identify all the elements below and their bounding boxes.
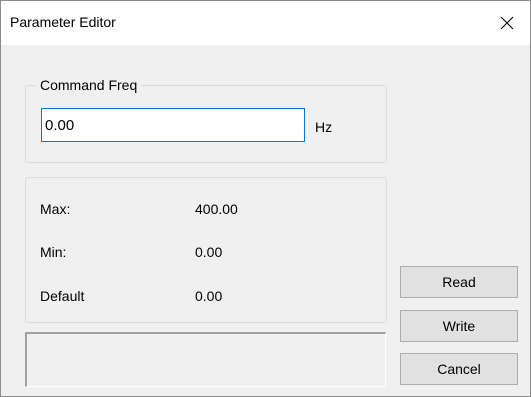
limits-panel: Max: 400.00 Min: 0.00 Default 0.00 <box>25 177 387 323</box>
min-label: Min: <box>40 244 67 260</box>
window-title: Parameter Editor <box>10 14 116 30</box>
cancel-button[interactable]: Cancel <box>400 353 518 385</box>
command-freq-legend: Command Freq <box>36 77 142 93</box>
max-value: 400.00 <box>195 201 238 217</box>
unit-label: Hz <box>315 119 333 135</box>
max-label: Max: <box>40 201 71 217</box>
write-button[interactable]: Write <box>400 310 518 342</box>
close-icon <box>500 16 514 30</box>
parameter-editor-dialog: Parameter Editor Command Freq Hz Max: 40… <box>0 0 531 397</box>
command-freq-input[interactable] <box>41 108 305 142</box>
min-value: 0.00 <box>195 244 223 260</box>
status-box <box>25 332 386 387</box>
default-label: Default <box>40 288 85 304</box>
default-value: 0.00 <box>195 288 223 304</box>
dialog-client-area: Command Freq Hz Max: 400.00 Min: 0.00 De… <box>1 45 530 396</box>
title-bar: Parameter Editor <box>1 1 530 45</box>
read-button[interactable]: Read <box>400 266 518 298</box>
command-freq-group: Command Freq Hz <box>25 77 387 163</box>
close-button[interactable] <box>484 1 530 45</box>
